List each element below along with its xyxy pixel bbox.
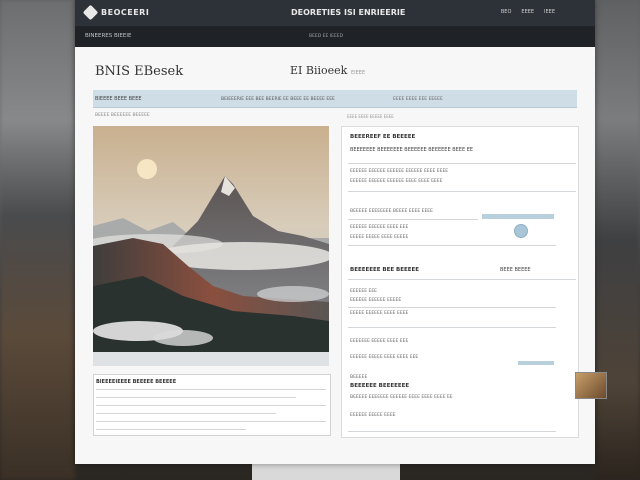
accent-bar [518,361,554,365]
divider [348,307,556,308]
monitor-stand [252,463,400,480]
brand-logo-icon[interactable] [82,4,99,21]
toolbar: BIEEEE BEEE BEEE BEIEEERIE EEE BEE BEERI… [93,90,577,108]
divider [96,405,326,406]
divider [96,397,296,398]
page-center-sub: EIEEE [351,70,366,76]
panel-text: EEEEEE EEEEEE EEEE EEE [350,225,409,230]
breadcrumb[interactable]: BEEEE BEEEEEE BEEEEE [95,113,150,118]
page-center-title: EI Biioeek [290,64,348,77]
panel-text: EEEEEE EEEEEE EEEEEE EEEE EEEE EEEE [350,179,443,184]
breadcrumb-right: EEEE EEEE EEEEE EEEE [347,114,394,119]
status-dot-icon[interactable] [514,224,528,238]
item-title: BEEEEE [350,375,368,380]
page-title: BNIS EBesek [95,64,184,79]
panel-heading: BEEEREEF EE BEEEEE [350,134,416,140]
top-link-3[interactable]: IEEE [544,9,555,15]
panel-subheading: BEEEEEEE BEEEEEEE BEEEEEE BEEEEEE BEEE E… [350,147,474,153]
bottom-left-card: BIEEEEIEEEE BEEEEE BEEEEE [93,374,331,436]
sub-navbar: BINEERES BIEEIE BEED EE IEEED [75,26,595,47]
divider [96,413,276,414]
toolbar-mid[interactable]: BEIEEERIE EEE BEE BEERIE EE BEEE EE BEEE… [221,97,335,102]
mountain-illustration [93,126,329,352]
right-panel: BEEEREEF EE BEEEEE BEEEEEEE BEEEEEEE BEE… [341,126,607,438]
background-right [595,0,640,480]
brand-name[interactable]: BEOCEERI [101,8,149,17]
section-right-label[interactable]: BEEE BEEEE [500,267,531,273]
item-description: BEEEEE EEEEEEE EEEEEE EEEE EEEE EEEE EE [350,395,453,400]
top-navbar: BEOCEERI DEORETIES ISI ENRIEERIE BEO EEE… [75,0,595,26]
panel-text: EEEEEE EEE [350,289,378,294]
hero-caption-bar [93,352,329,366]
divider [348,219,478,220]
divider [348,191,576,192]
divider [348,327,556,328]
panel-text: EEEEEE EEEEE EEEE EEEE EEE [350,355,419,360]
hero-image [93,126,329,352]
panel-text: EEEEEE EEEEEE EEEEE [350,298,402,303]
toolbar-right[interactable]: EEEE EEEE EEE EEEEE [393,97,443,102]
divider [348,431,556,432]
sun-icon [137,159,157,179]
panel-text: BEEEEE EEEEEEEE BEEEE EEEE EEEE [350,209,433,214]
bottom-left-card-title: BIEEEEIEEEE BEEEEE BEEEEE [96,379,177,385]
panel-text: EEEEEE EEEEEE EEEEEE EEEEEE EEEE EEEE [350,169,449,174]
section-title: BEEEEEEE BEE BEEEEE [350,267,420,273]
toolbar-left[interactable]: BIEEEE BEEE BEEE [95,96,142,102]
site-title: DEORETIES ISI ENRIEERIE [291,8,406,17]
top-nav-links: BEO EEEE IEEE [501,9,555,15]
item-name[interactable]: BEEEEEE BEEEEEEE [350,383,409,389]
top-link-2[interactable]: EEEE [521,9,534,15]
top-link-1[interactable]: BEO [501,9,512,15]
divider [96,389,326,390]
panel-text: EEEEE EEEEE EEEE EEEEE [350,235,409,240]
divider [348,163,576,164]
browser-window: BEOCEERI DEORETIES ISI ENRIEERIE BEO EEE… [75,0,607,464]
sub-nav-left[interactable]: BINEERES BIEEIE [85,33,131,39]
sub-nav-mid[interactable]: BEED EE IEEED [309,34,343,39]
panel-text: EEEEE EEEEEE EEEE EEEE [350,311,409,316]
accent-bar [482,214,554,219]
panel-text: EEEEEEE EEEEE EEEE EEE [350,339,409,344]
divider [96,421,326,422]
divider [348,245,556,246]
divider [96,429,246,430]
background-left [0,0,75,480]
divider [348,279,576,280]
item-thumbnail[interactable] [575,372,607,399]
item-description-2: EEEEEE EEEEE EEEE [350,413,396,418]
